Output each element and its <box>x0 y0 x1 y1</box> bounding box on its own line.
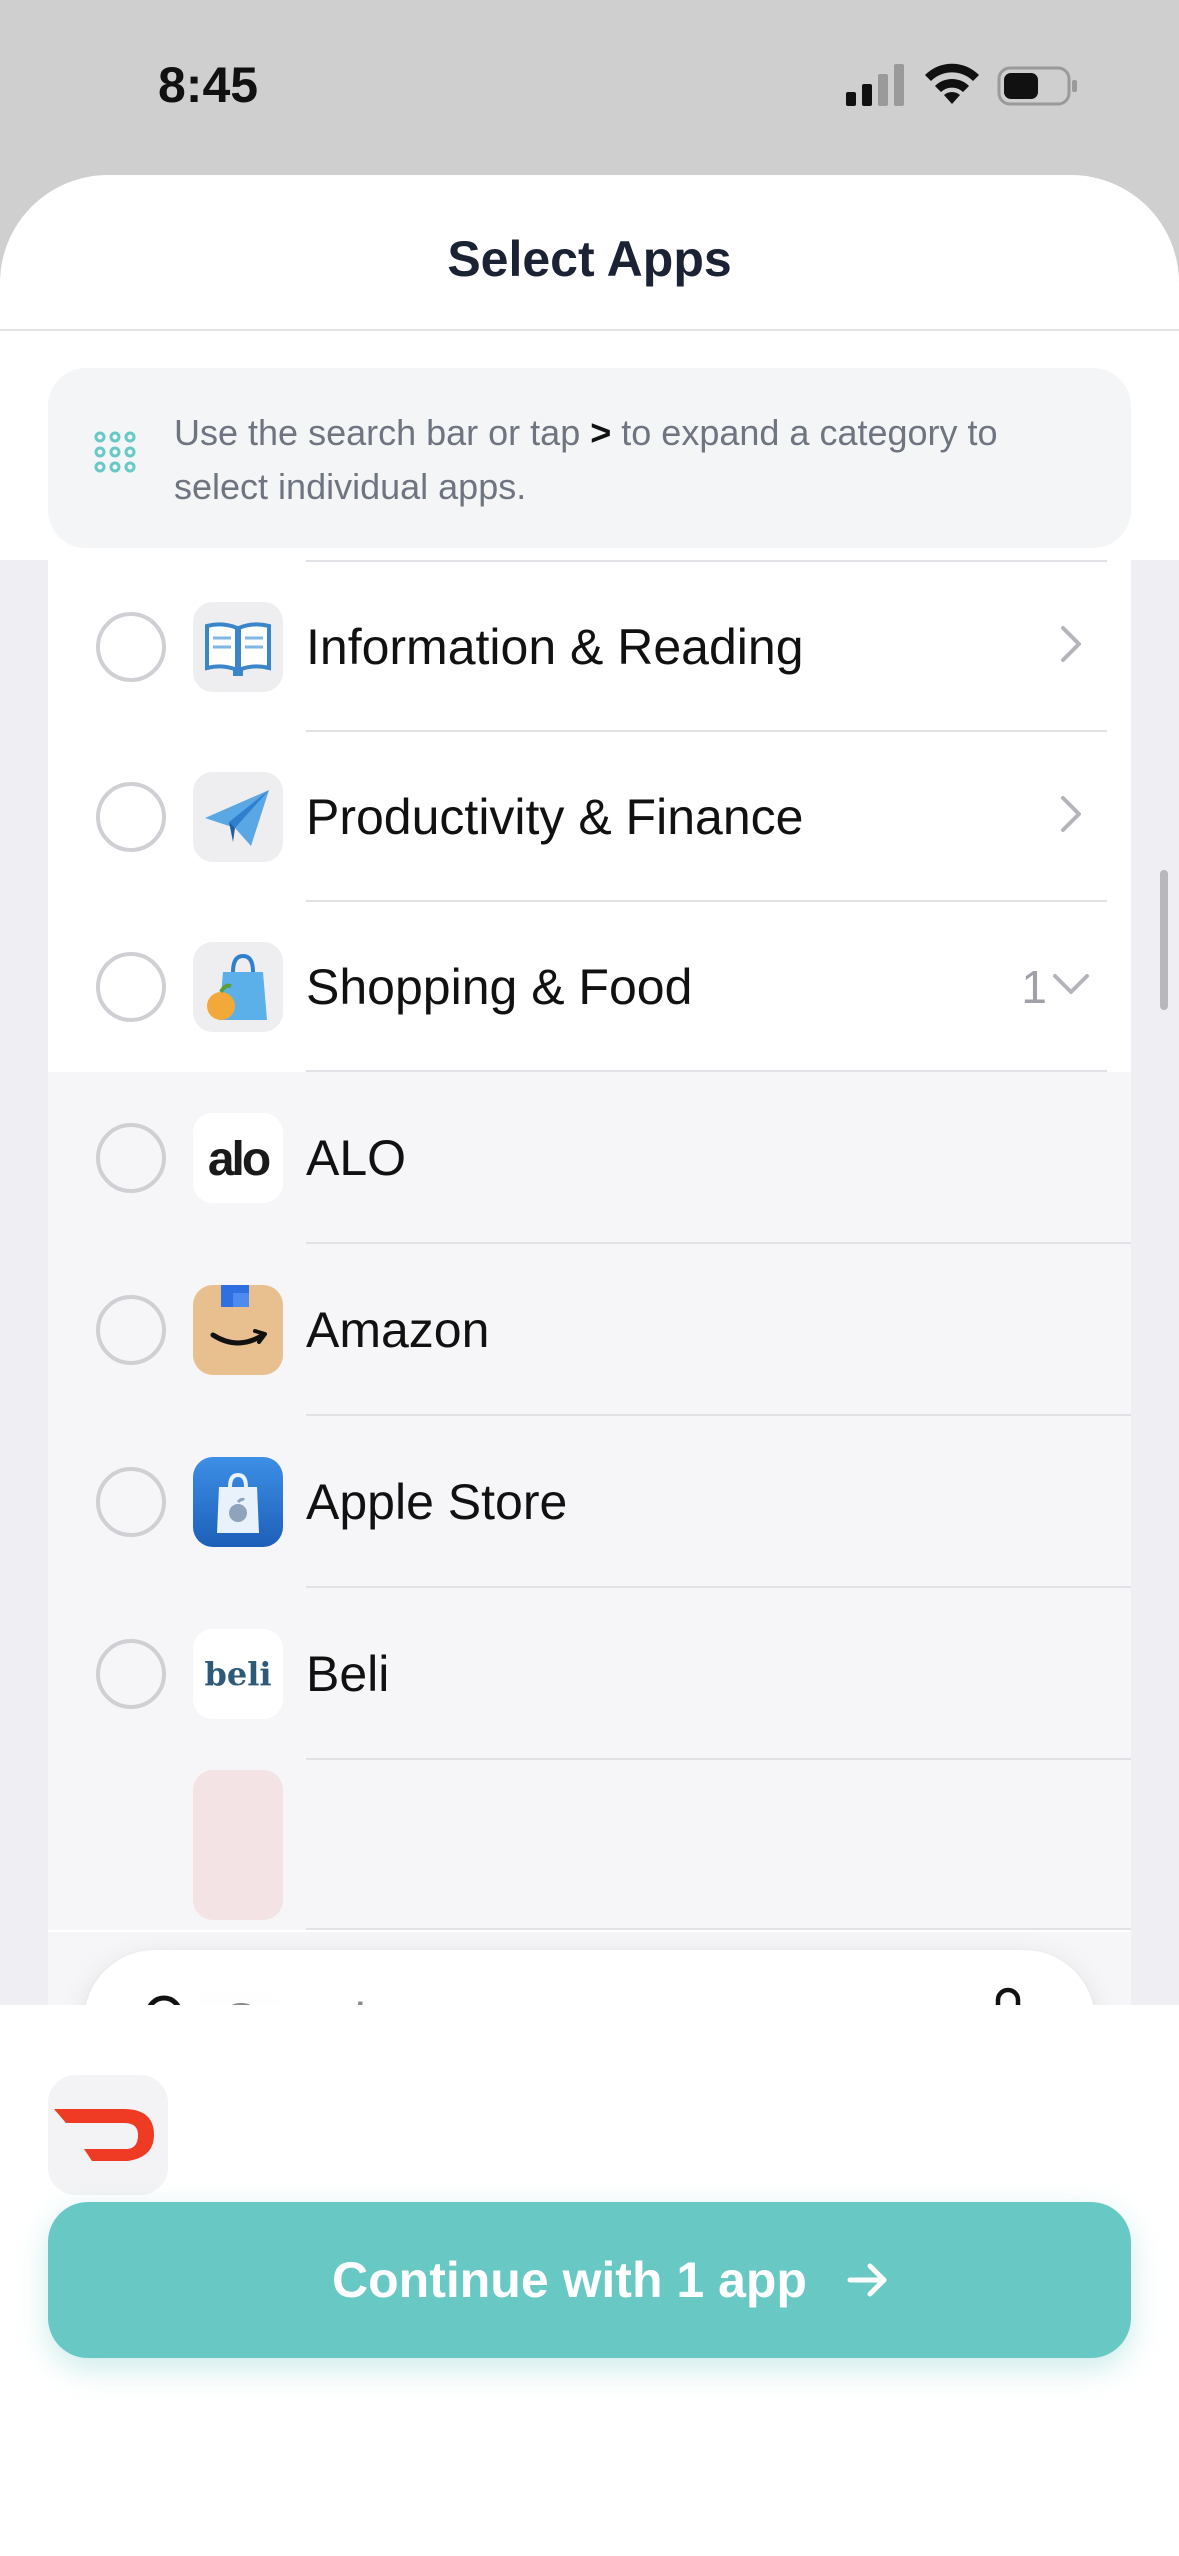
scrollbar[interactable] <box>1160 870 1168 1010</box>
app-list[interactable]: Information & Reading Productivity & Fin… <box>48 560 1131 2180</box>
paper-plane-icon <box>193 772 283 862</box>
app-row-apple-store[interactable]: Apple Store <box>48 1416 1131 1588</box>
book-icon <box>193 602 283 692</box>
row-divider <box>306 1928 1131 1930</box>
category-label: Shopping & Food <box>306 959 693 1015</box>
arrow-right-icon <box>847 2263 887 2297</box>
app-label: ALO <box>306 1130 407 1186</box>
wifi-icon <box>925 63 979 104</box>
status-bar: 8:45 <box>0 0 1179 175</box>
select-radio[interactable] <box>96 1295 166 1365</box>
title-divider <box>0 329 1179 331</box>
page-title: Select Apps <box>447 231 732 287</box>
category-label: Information & Reading <box>306 619 804 675</box>
select-radio[interactable] <box>96 952 166 1022</box>
continue-button-label: Continue with 1 app <box>332 2252 807 2308</box>
app-row-obscured <box>48 1760 1131 1930</box>
alo-logo-icon: alo <box>193 1113 283 1203</box>
svg-text:alo: alo <box>208 1133 270 1186</box>
selected-count-badge: 1 <box>1021 961 1047 1013</box>
bottom-panel: Continue with 1 app <box>0 2005 1179 2381</box>
apple-store-icon <box>193 1457 283 1547</box>
hint-banner: Use the search bar or tap > to expand a … <box>48 368 1131 548</box>
shopping-bag-icon <box>193 942 283 1032</box>
grid-dots-icon <box>94 431 136 473</box>
category-row-productivity-finance[interactable]: Productivity & Finance <box>48 732 1131 902</box>
select-radio[interactable] <box>96 1123 166 1193</box>
app-label: Apple Store <box>306 1474 568 1530</box>
app-row-amazon[interactable]: Amazon <box>48 1244 1131 1416</box>
select-radio[interactable] <box>96 1467 166 1537</box>
continue-button[interactable]: Continue with 1 app <box>48 2202 1131 2358</box>
chevron-right-icon[interactable] <box>1049 792 1093 836</box>
app-label: Amazon <box>306 1302 490 1358</box>
category-row-shopping-food[interactable]: Shopping & Food 1 <box>48 902 1131 1072</box>
doordash-logo-icon[interactable] <box>48 2075 168 2195</box>
hint-symbol: > <box>590 412 612 453</box>
app-row-alo[interactable]: alo ALO <box>48 1072 1131 1244</box>
obscured-app-icon <box>193 1770 283 1920</box>
app-label: Beli <box>306 1646 390 1702</box>
hint-text: Use the search bar or tap > to expand a … <box>174 406 1094 514</box>
beli-logo-text: beli <box>204 1655 271 1693</box>
amazon-logo-icon <box>193 1285 283 1375</box>
battery-icon <box>997 66 1077 106</box>
chevron-down-icon[interactable] <box>1049 962 1093 1006</box>
app-row-beli[interactable]: beli Beli <box>48 1588 1131 1760</box>
hint-text-before: Use the search bar or tap <box>174 412 581 453</box>
status-time: 8:45 <box>158 57 259 113</box>
select-radio[interactable] <box>96 612 166 682</box>
category-row-information-reading[interactable]: Information & Reading <box>48 562 1131 732</box>
chevron-right-icon[interactable] <box>1049 622 1093 666</box>
select-radio[interactable] <box>96 1639 166 1709</box>
beli-logo-icon: beli <box>193 1629 283 1719</box>
cellular-signal-icon <box>846 64 904 106</box>
select-radio[interactable] <box>96 782 166 852</box>
category-label: Productivity & Finance <box>306 789 804 845</box>
